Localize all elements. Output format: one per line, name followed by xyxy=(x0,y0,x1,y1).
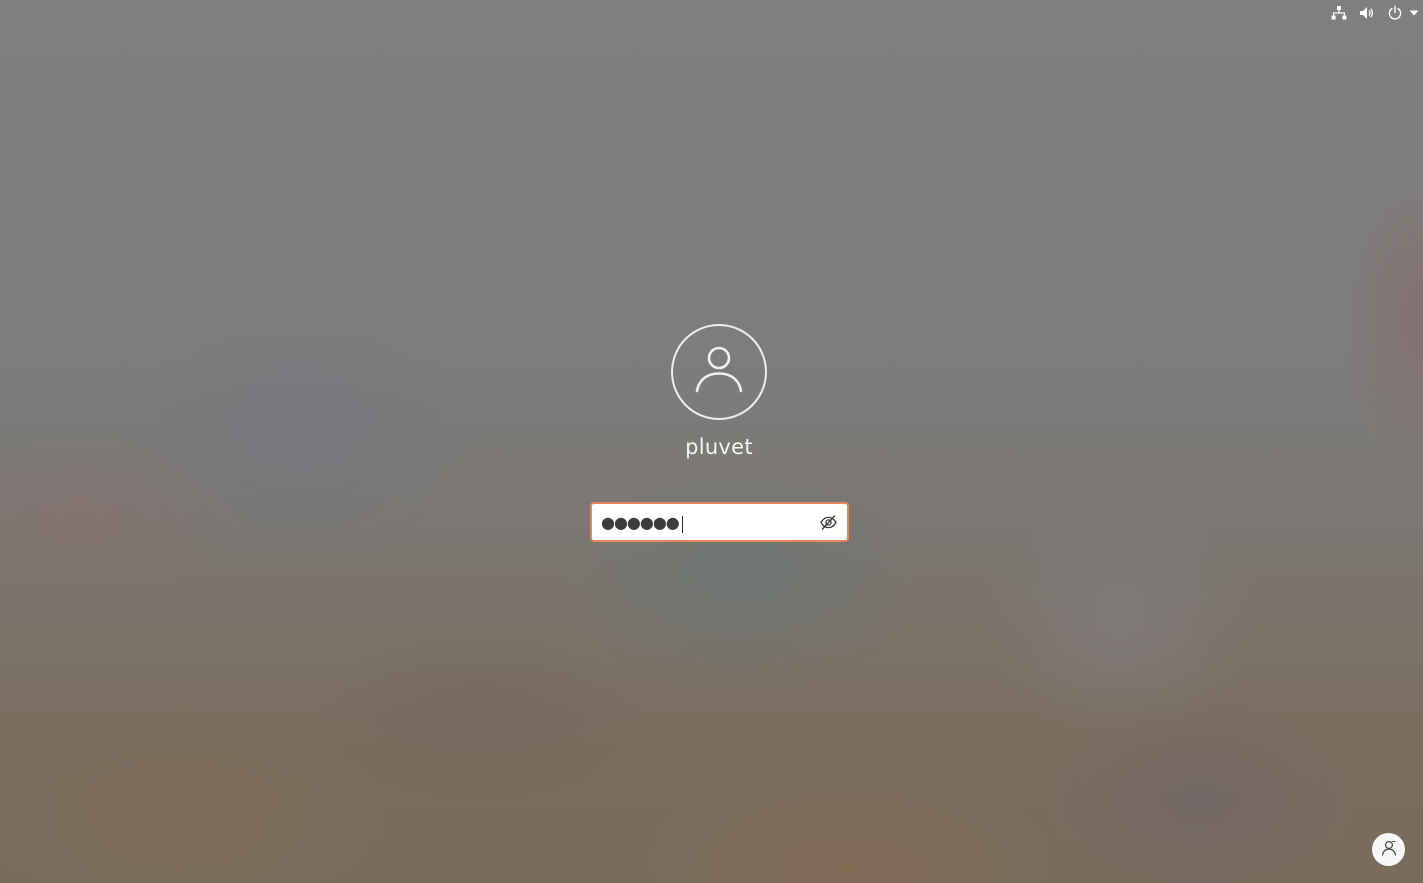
switch-user-button[interactable] xyxy=(1372,833,1405,866)
switch-user-icon xyxy=(1380,839,1398,861)
password-input[interactable]: ●●●●●● xyxy=(590,502,849,542)
password-masked-value: ●●●●●● xyxy=(601,513,680,532)
eye-slash-icon[interactable] xyxy=(819,513,837,531)
user-avatar[interactable] xyxy=(671,324,767,420)
username-label: pluvet xyxy=(685,435,753,459)
login-panel: pluvet ●●●●●● xyxy=(0,0,1423,883)
user-avatar-icon xyxy=(694,344,744,400)
text-cursor xyxy=(681,515,683,533)
